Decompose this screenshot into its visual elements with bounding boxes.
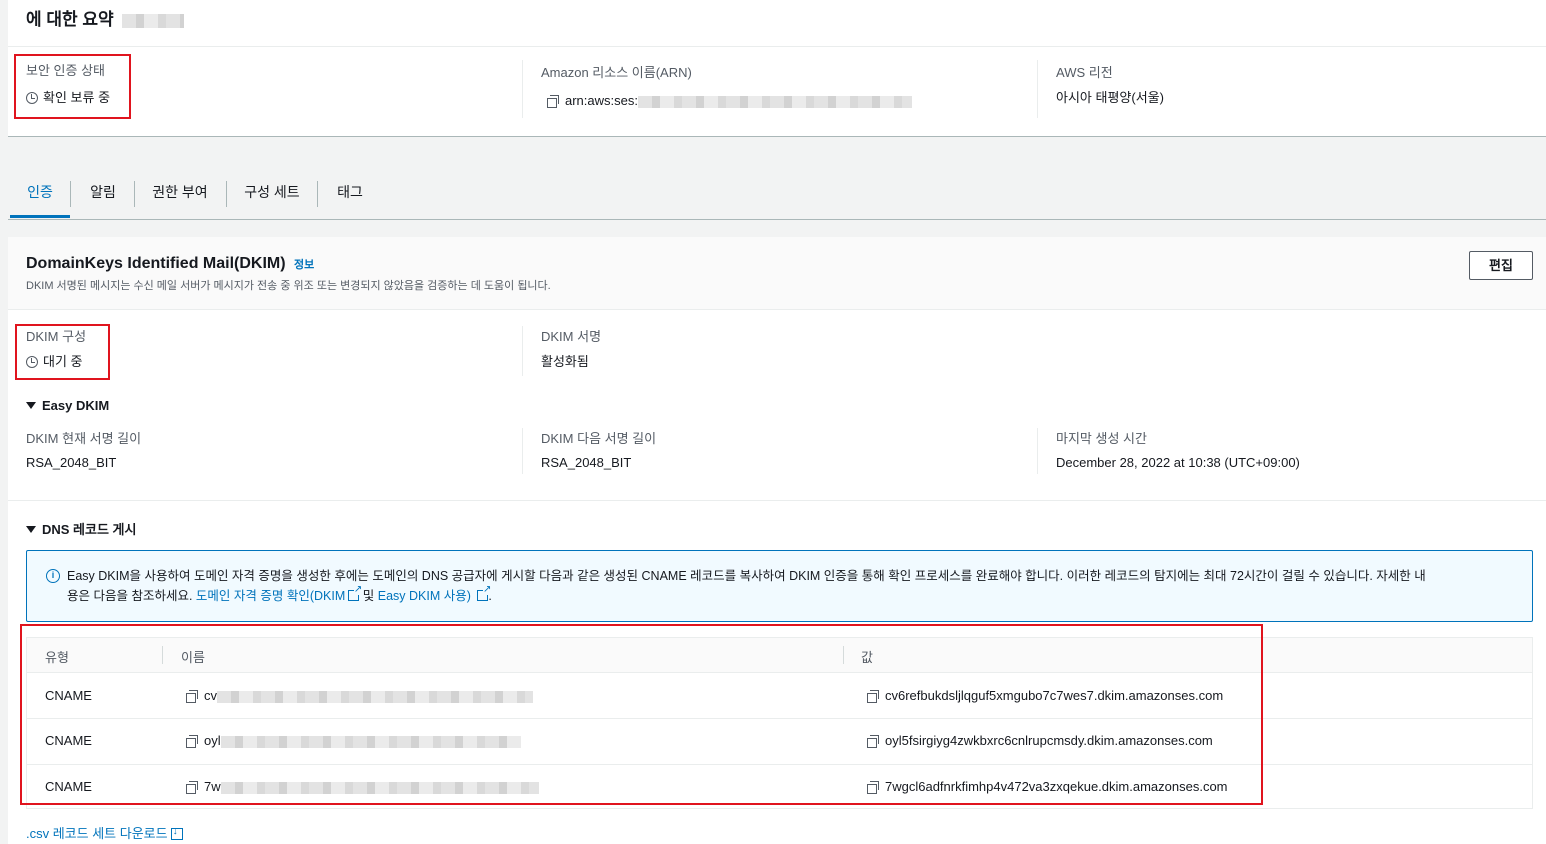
dkim-title: DomainKeys Identified Mail(DKIM) 정보: [26, 255, 315, 272]
last-generated-label: 마지막 생성 시간: [1056, 431, 1147, 446]
edit-button[interactable]: 편집: [1469, 251, 1533, 280]
download-icon: [170, 826, 183, 840]
current-length-label: DKIM 현재 서명 길이: [26, 431, 142, 446]
dkim-description: DKIM 서명된 메시지는 수신 메일 서버가 메시지가 전송 중 위조 또는 …: [26, 280, 551, 292]
tab-configuration-sets[interactable]: 구성 세트: [228, 172, 316, 218]
tab-notifications[interactable]: 알림: [72, 172, 134, 218]
easy-dkim-toggle[interactable]: Easy DKIM: [26, 398, 109, 413]
divider: [522, 60, 523, 118]
tab-authentication[interactable]: 인증: [10, 172, 70, 218]
easy-dkim-link[interactable]: Easy DKIM 사용): [378, 585, 492, 603]
dkim-signing-value: 활성화됨: [541, 354, 589, 369]
tab-authorization[interactable]: 권한 부여: [136, 172, 224, 218]
caret-down-icon: [26, 402, 36, 409]
external-link-icon: [348, 585, 363, 601]
info-icon: i: [46, 569, 60, 583]
tab-tags[interactable]: 태그: [320, 172, 380, 218]
summary-panel: [8, 0, 1546, 137]
verify-domain-link[interactable]: 도메인 자격 증명 확인(DKIM: [196, 585, 363, 603]
arn-label: Amazon 리소스 이름(ARN): [541, 65, 692, 80]
info-alert: i Easy DKIM을 사용하여 도메인 자격 증명을 생성한 후에는 도메인…: [26, 550, 1533, 622]
info-text: Easy DKIM을 사용하여 도메인 자격 증명을 생성한 후에는 도메인의 …: [67, 566, 1527, 606]
dkim-signing-label: DKIM 서명: [541, 329, 602, 344]
last-generated-value: December 28, 2022 at 10:38 (UTC+09:00): [1056, 455, 1300, 470]
highlight-box-security: [14, 54, 131, 119]
divider: [1037, 60, 1038, 118]
redacted-domain: [122, 13, 185, 28]
csv-download-link[interactable]: .csv 레코드 세트 다운로드: [26, 823, 183, 842]
redacted-arn: [637, 95, 912, 108]
copy-icon[interactable]: [547, 95, 559, 108]
info-link[interactable]: 정보: [294, 259, 314, 271]
summary-title: 에 대한 요약: [26, 5, 185, 30]
arn-value: arn:aws:ses:: [547, 93, 912, 108]
next-length-label: DKIM 다음 서명 길이: [541, 431, 657, 446]
highlight-box-dkim-config: [15, 324, 110, 380]
external-link-icon: [477, 585, 492, 601]
current-length-value: RSA_2048_BIT: [26, 455, 117, 470]
dns-records-toggle[interactable]: DNS 레코드 게시: [26, 519, 136, 538]
next-length-value: RSA_2048_BIT: [541, 455, 632, 470]
highlight-box-records: [20, 624, 1263, 805]
caret-down-icon: [26, 526, 36, 533]
region-label: AWS 리전: [1056, 65, 1113, 80]
region-value: 아시아 태평양(서울): [1056, 90, 1164, 105]
